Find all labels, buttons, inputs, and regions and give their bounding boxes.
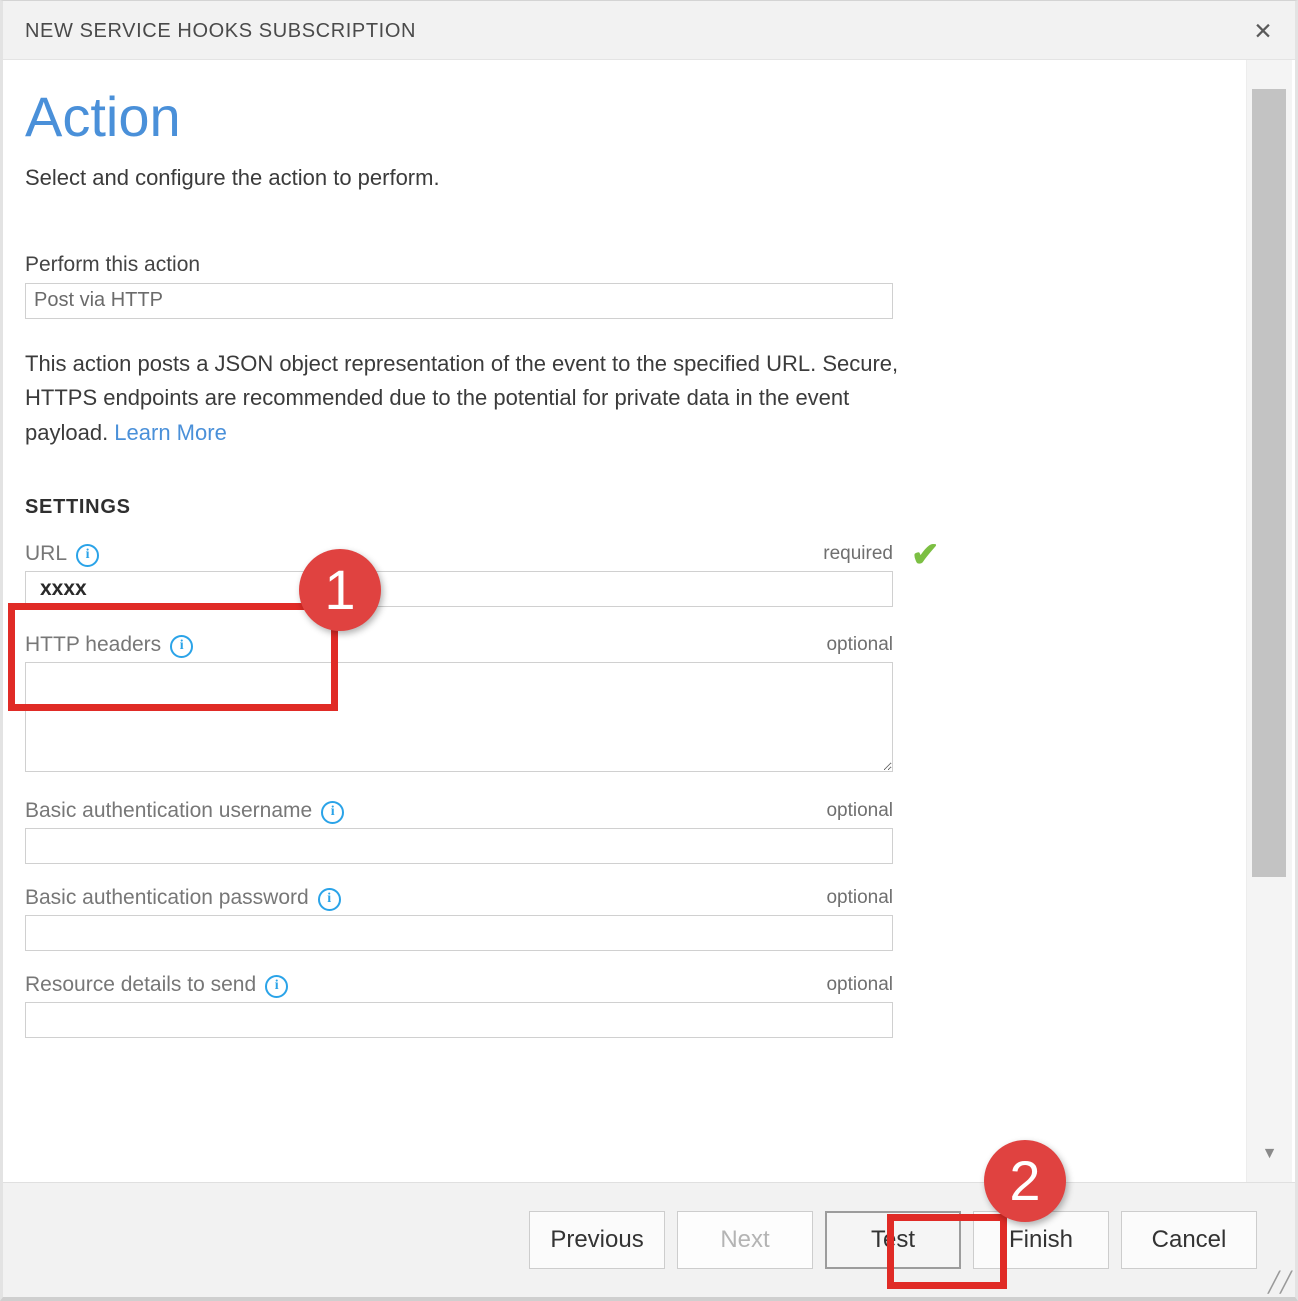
- field-label-resource-details: Resource details to send: [25, 973, 256, 997]
- field-requirement-basic-auth-password: optional: [826, 887, 893, 909]
- annotation-badge-1: 1: [299, 549, 381, 631]
- dialog-title: NEW SERVICE HOOKS SUBSCRIPTION: [25, 20, 416, 43]
- perform-action-label: Perform this action: [25, 253, 1249, 277]
- info-icon-http-headers[interactable]: i: [170, 635, 193, 658]
- info-icon-basic-auth-password[interactable]: i: [318, 888, 341, 911]
- info-icon-basic-auth-username[interactable]: i: [321, 801, 344, 824]
- action-description: This action posts a JSON object represen…: [25, 347, 905, 451]
- field-header-basic-auth-username: Basic authentication username i optional: [25, 799, 893, 823]
- annotation-badge-2: 2: [984, 1140, 1066, 1222]
- scroll-down-arrow-icon[interactable]: ▼: [1247, 1140, 1292, 1168]
- field-requirement-resource-details: optional: [826, 974, 893, 996]
- dialog-footer: Previous Next Test Finish Cancel ╱╱: [3, 1182, 1295, 1297]
- page-title: Action: [25, 88, 1249, 147]
- field-label-basic-auth-password: Basic authentication password: [25, 886, 309, 910]
- field-requirement-http-headers: optional: [826, 634, 893, 656]
- settings-heading: SETTINGS: [25, 496, 1249, 519]
- field-group-basic-auth-password: Basic authentication password i optional: [25, 886, 893, 951]
- footer-button-group: Previous Next Test Finish Cancel: [529, 1211, 1257, 1269]
- field-label-url: URL: [25, 542, 67, 566]
- field-group-url: URL i required ✔: [25, 542, 893, 607]
- http-headers-textarea[interactable]: [25, 662, 893, 772]
- field-header-basic-auth-password: Basic authentication password i optional: [25, 886, 893, 910]
- page-subtitle: Select and configure the action to perfo…: [25, 165, 1249, 191]
- valid-check-icon: ✔: [911, 538, 940, 572]
- previous-button[interactable]: Previous: [529, 1211, 665, 1269]
- info-icon-url[interactable]: i: [76, 544, 99, 567]
- field-requirement-url: required: [823, 543, 893, 565]
- field-label-http-headers: HTTP headers: [25, 633, 161, 657]
- basic-auth-password-input[interactable]: [25, 915, 893, 951]
- basic-auth-username-input[interactable]: [25, 828, 893, 864]
- vertical-scrollbar[interactable]: ▲ ▼: [1246, 60, 1292, 1186]
- field-header-url: URL i required: [25, 542, 893, 566]
- new-service-hooks-subscription-dialog: NEW SERVICE HOOKS SUBSCRIPTION ✕ Action …: [0, 0, 1298, 1301]
- field-header-resource-details: Resource details to send i optional: [25, 973, 893, 997]
- finish-button[interactable]: Finish: [973, 1211, 1109, 1269]
- field-group-http-headers: HTTP headers i optional: [25, 633, 893, 777]
- scrollbar-thumb[interactable]: [1252, 89, 1286, 877]
- field-group-resource-details: Resource details to send i optional: [25, 973, 893, 1038]
- field-group-basic-auth-username: Basic authentication username i optional: [25, 799, 893, 864]
- cancel-button[interactable]: Cancel: [1121, 1211, 1257, 1269]
- learn-more-link[interactable]: Learn More: [114, 420, 227, 445]
- next-button: Next: [677, 1211, 813, 1269]
- dialog-content-pane: Action Select and configure the action t…: [3, 60, 1249, 1186]
- field-header-http-headers: HTTP headers i optional: [25, 633, 893, 657]
- field-requirement-basic-auth-username: optional: [826, 800, 893, 822]
- close-icon[interactable]: ✕: [1247, 15, 1279, 47]
- url-input[interactable]: [25, 571, 893, 607]
- dialog-titlebar: NEW SERVICE HOOKS SUBSCRIPTION ✕: [3, 1, 1295, 60]
- test-button[interactable]: Test: [825, 1211, 961, 1269]
- resize-grip-icon[interactable]: ╱╱: [1268, 1272, 1290, 1294]
- resource-details-input[interactable]: [25, 1002, 893, 1038]
- perform-action-input[interactable]: [25, 283, 893, 319]
- info-icon-resource-details[interactable]: i: [265, 975, 288, 998]
- field-label-basic-auth-username: Basic authentication username: [25, 799, 312, 823]
- perform-action-group: Perform this action: [25, 253, 1249, 319]
